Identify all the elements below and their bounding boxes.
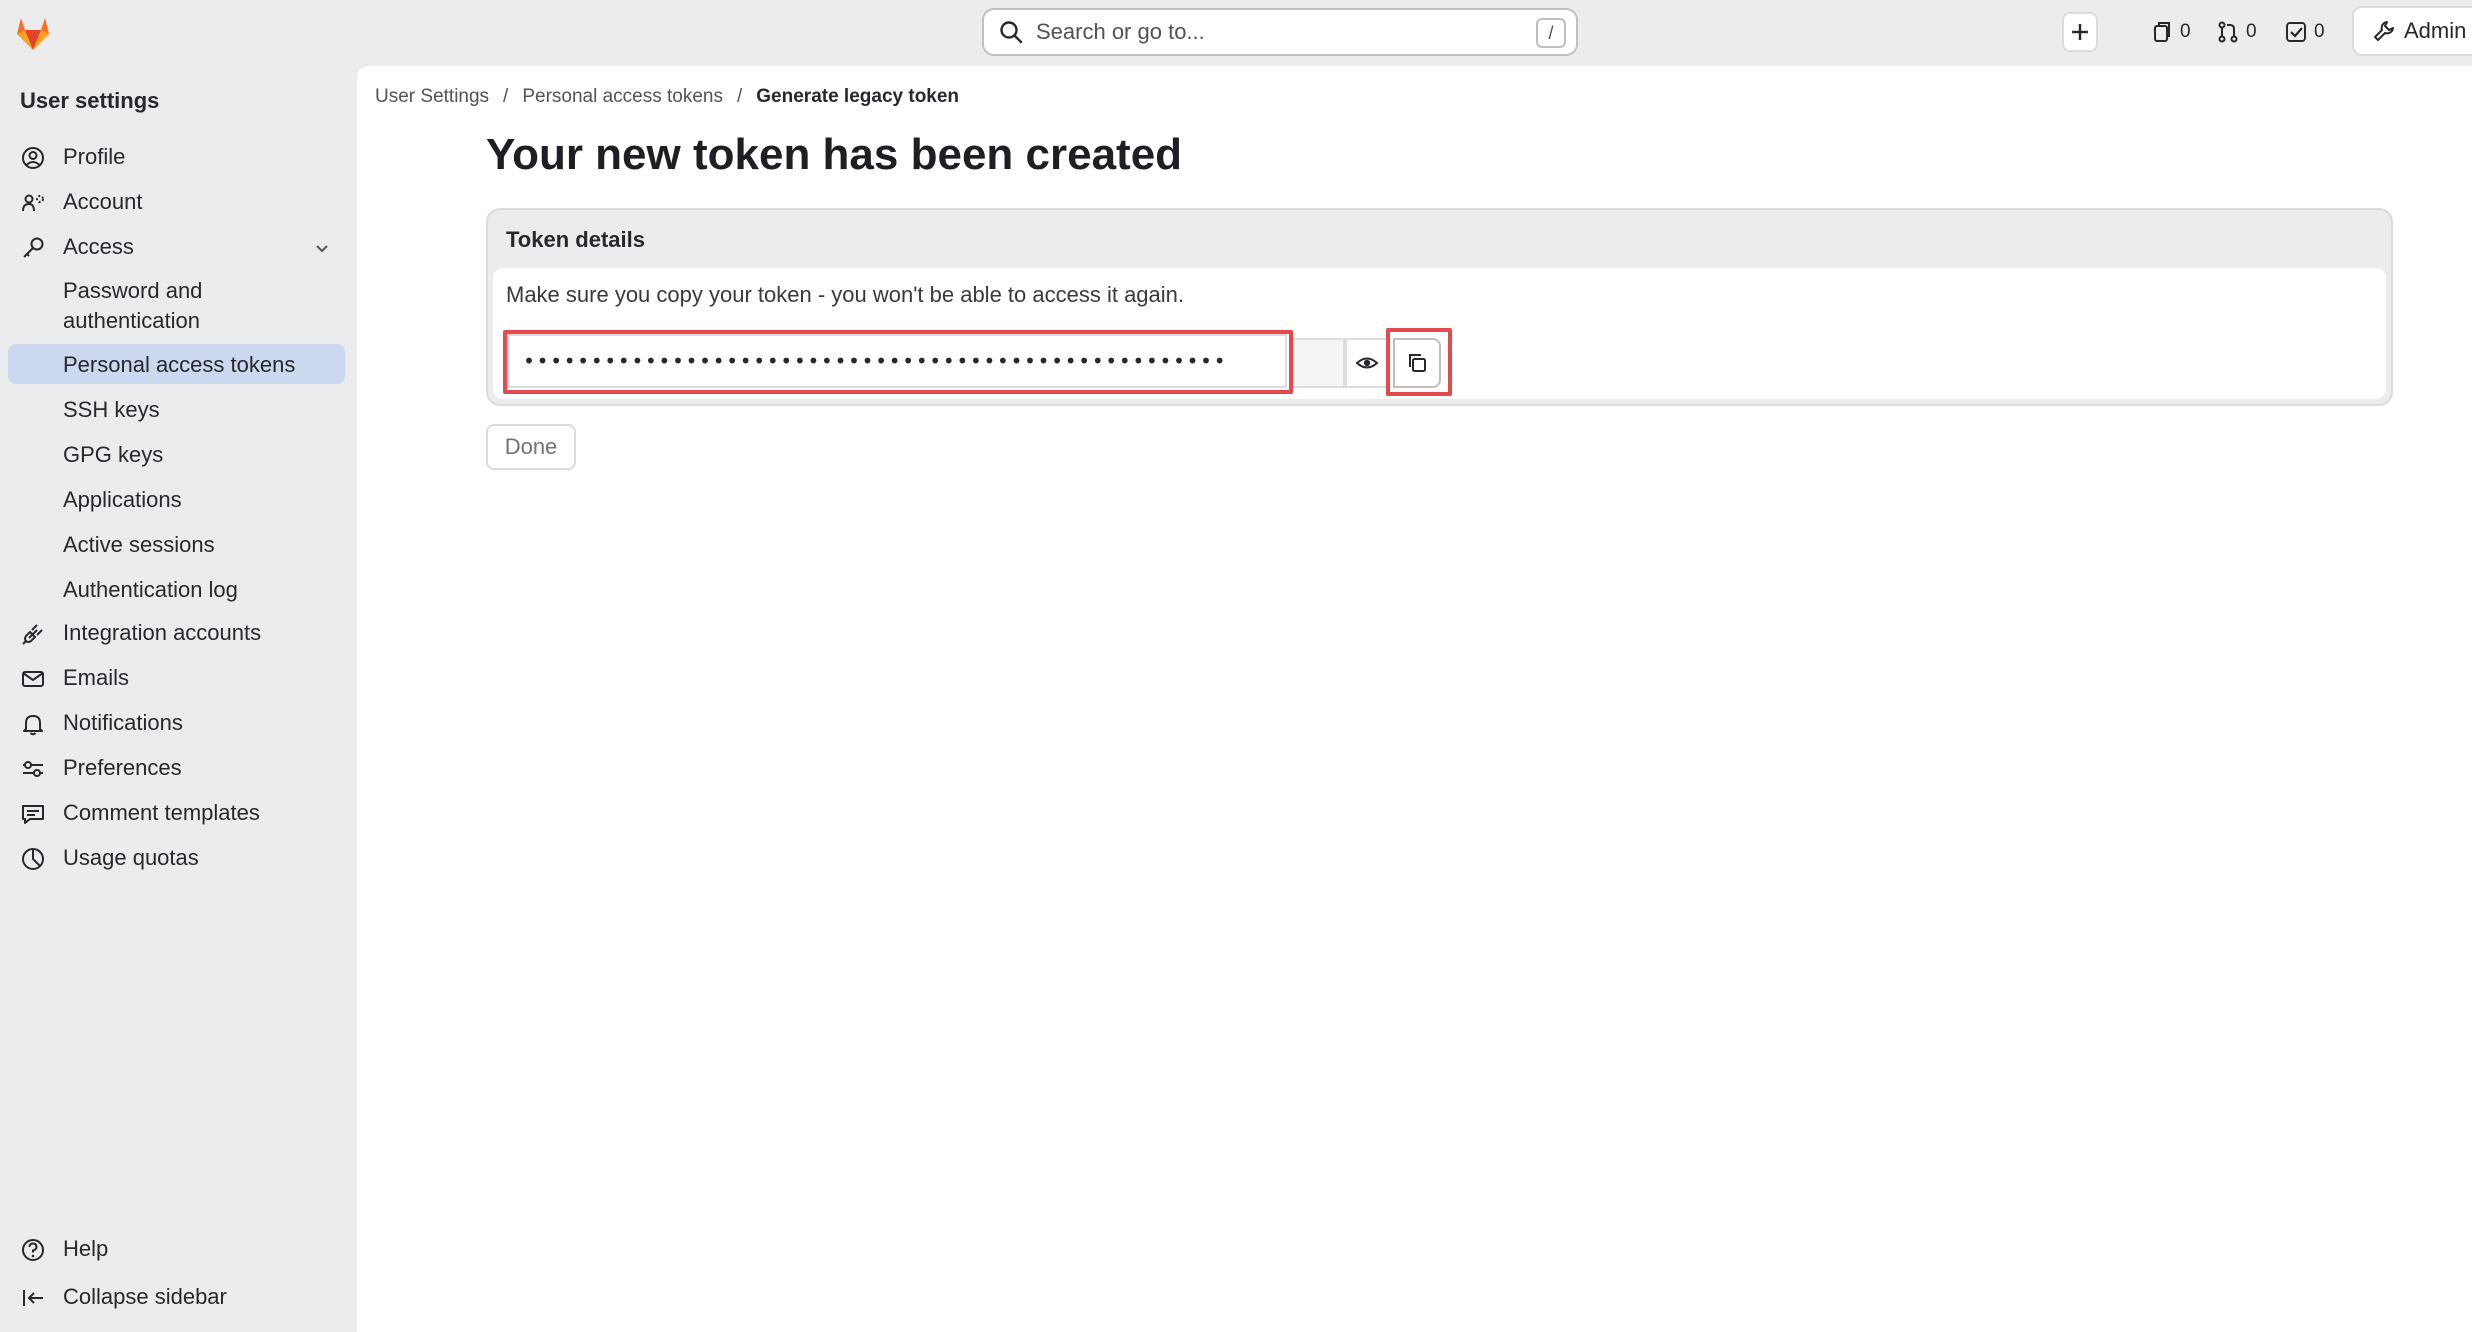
help-icon (22, 1239, 44, 1261)
merge-requests-count: 0 (2246, 21, 2257, 42)
reveal-token-button[interactable] (1345, 338, 1389, 388)
page-title: Your new token has been created (486, 130, 1183, 179)
breadcrumb: User Settings / Personal access tokens /… (375, 86, 959, 108)
mail-icon (22, 671, 44, 687)
sidebar-item-applications[interactable]: Applications (8, 479, 345, 519)
search-shortcut-key: / (1536, 18, 1566, 48)
collapse-left-icon (23, 1290, 43, 1306)
sidebar-item-access[interactable]: Access (8, 228, 345, 266)
sidebar-item-account[interactable]: Account (8, 183, 345, 221)
card-body: Make sure you copy your token - you won'… (493, 268, 2386, 399)
token-field-spacer (1293, 338, 1345, 388)
collapse-sidebar-label: Collapse sidebar (63, 1284, 227, 1309)
sidebar-item-label: Personal access tokens (63, 352, 296, 377)
todo-icon (2286, 22, 2306, 42)
sidebar-item-gpg-keys[interactable]: GPG keys (8, 434, 345, 474)
card-description: Make sure you copy your token - you won'… (506, 282, 1185, 307)
done-button[interactable]: Done (486, 424, 576, 470)
wrench-icon (2374, 21, 2394, 41)
breadcrumb-current: Generate legacy token (756, 86, 960, 107)
search-input[interactable]: Search or go to... / (982, 8, 1578, 56)
sidebar-item-active-sessions[interactable]: Active sessions (8, 524, 345, 564)
merge-requests-counter[interactable]: 0 (2216, 16, 2257, 48)
token-details-card: Token details Make sure you copy your to… (486, 208, 2393, 406)
sidebar-item-label: Applications (63, 487, 182, 512)
sidebar-item-label: Comment templates (63, 800, 260, 825)
sidebar-item-label: Usage quotas (63, 845, 199, 870)
key-icon (23, 237, 44, 258)
help-button[interactable]: Help (8, 1230, 345, 1268)
sidebar-item-label: Access (63, 234, 134, 259)
card-title: Token details (506, 227, 645, 252)
search-placeholder: Search or go to... (1036, 19, 1205, 44)
admin-button[interactable]: Admin (2352, 6, 2472, 56)
create-new-button[interactable] (2062, 12, 2098, 52)
sidebar-item-ssh-keys[interactable]: SSH keys (8, 389, 345, 429)
breadcrumb-user-settings[interactable]: User Settings (375, 86, 489, 108)
help-label: Help (63, 1236, 109, 1261)
sidebar-item-label: Profile (63, 144, 126, 169)
copy-icon (1409, 354, 1426, 372)
sidebar-item-label: GPG keys (63, 442, 164, 467)
eye-icon (1355, 357, 1379, 369)
sidebar-item-label: Preferences (63, 755, 182, 780)
todos-count: 0 (2314, 21, 2325, 42)
issues-count: 0 (2180, 21, 2191, 42)
search-icon (1000, 21, 1023, 44)
sidebar-item-profile[interactable]: Profile (8, 138, 345, 176)
breadcrumb-personal-access-tokens[interactable]: Personal access tokens (522, 86, 723, 108)
sidebar-item-preferences[interactable]: Preferences (8, 749, 345, 787)
sidebar-item-label: SSH keys (63, 397, 160, 422)
sidebar: User settings Profile Account Access Pas… (0, 66, 356, 1332)
sidebar-item-integration-accounts[interactable]: Integration accounts (8, 614, 345, 652)
plug-icon (22, 624, 43, 645)
copy-token-button[interactable] (1393, 338, 1441, 388)
breadcrumb-separator: / (737, 86, 743, 107)
gitlab-logo-icon[interactable] (12, 12, 54, 54)
token-field[interactable]: ••••••••••••••••••••••••••••••••••••••••… (507, 334, 1287, 388)
sidebar-item-label: Emails (63, 665, 130, 690)
admin-label: Admin (2404, 18, 2467, 43)
sidebar-item-usage-quotas[interactable]: Usage quotas (8, 839, 345, 877)
account-icon (22, 194, 44, 212)
sidebar-item-personal-access-tokens[interactable]: Personal access tokens (8, 344, 345, 384)
bell-icon (23, 715, 43, 736)
merge-request-icon (2218, 21, 2238, 43)
breadcrumb-separator: / (503, 86, 509, 107)
quota-icon (22, 848, 44, 870)
chevron-down-icon (316, 245, 328, 253)
sidebar-item-label: Password and authentication (63, 278, 203, 333)
collapse-sidebar-button[interactable]: Collapse sidebar (8, 1278, 345, 1316)
preferences-icon (23, 761, 43, 777)
top-bar: Search or go to... / 0 0 0 Admin (0, 0, 2472, 66)
sidebar-item-notifications[interactable]: Notifications (8, 704, 345, 742)
sidebar-item-label: Integration accounts (63, 620, 262, 645)
sidebar-item-password-authentication[interactable]: Password and authentication (8, 272, 345, 334)
comment-icon (22, 805, 44, 824)
sidebar-item-label: Notifications (63, 710, 183, 735)
profile-icon (22, 147, 44, 169)
plus-icon (2072, 24, 2088, 40)
main-content: User Settings / Personal access tokens /… (357, 66, 2472, 1332)
issues-counter[interactable]: 0 (2150, 16, 2191, 48)
sidebar-title: User settings (20, 88, 160, 113)
sidebar-item-comment-templates[interactable]: Comment templates (8, 794, 345, 832)
issues-icon (2154, 22, 2170, 42)
sidebar-item-emails[interactable]: Emails (8, 659, 345, 697)
sidebar-item-authentication-log[interactable]: Authentication log (8, 569, 345, 609)
sidebar-item-label: Authentication log (63, 577, 238, 602)
sidebar-item-label: Active sessions (63, 532, 215, 557)
sidebar-item-label: Account (63, 189, 143, 214)
todos-counter[interactable]: 0 (2284, 16, 2325, 48)
